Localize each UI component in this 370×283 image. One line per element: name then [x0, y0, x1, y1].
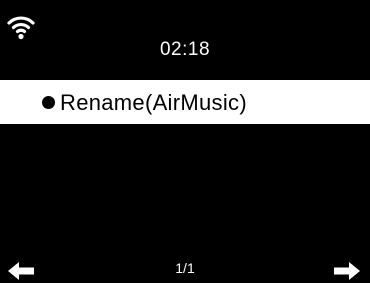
arrow-right-icon[interactable] — [334, 262, 360, 280]
status-bar: 02:18 — [0, 0, 370, 80]
page-indicator: 1/1 — [175, 260, 195, 276]
menu-item-label: Rename(AirMusic) — [60, 90, 247, 115]
bullet-icon — [42, 96, 55, 109]
menu-list: Rename(AirMusic) — [0, 80, 370, 124]
bottom-bar: 1/1 — [0, 252, 370, 283]
menu-item-rename-airmusic[interactable]: Rename(AirMusic) — [0, 80, 370, 124]
device-screen: 02:18 Rename(AirMusic) 1/1 — [0, 0, 370, 283]
clock-time: 02:18 — [159, 39, 211, 60]
